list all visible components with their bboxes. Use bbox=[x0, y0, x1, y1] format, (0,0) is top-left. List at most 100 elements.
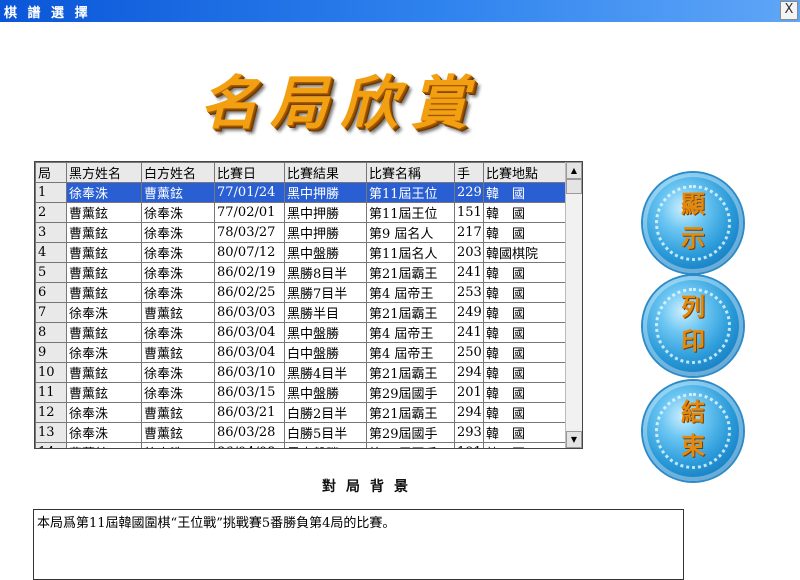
col-header-result[interactable]: 比賽結果 bbox=[284, 162, 367, 183]
cell-black-name[interactable]: 曹薰鉉 bbox=[66, 202, 142, 223]
cell-tournament[interactable]: 第29屆國手 bbox=[366, 442, 455, 448]
table-row[interactable]: 4 曹薰鉉 徐奉洙 80/07/12 黑中盤勝 第11屆名人 203 韓國棋院 bbox=[35, 242, 567, 263]
cell-game-no[interactable]: 3 bbox=[35, 222, 67, 243]
cell-game-no[interactable]: 6 bbox=[35, 282, 67, 303]
cell-black-name[interactable]: 徐奉洙 bbox=[66, 402, 142, 423]
cell-location[interactable]: 韓 國 bbox=[483, 382, 567, 403]
cell-black-name[interactable]: 曹薰鉉 bbox=[66, 262, 142, 283]
cell-black-name[interactable]: 徐奉洙 bbox=[66, 302, 142, 323]
cell-moves[interactable]: 250 bbox=[454, 342, 484, 363]
cell-game-no[interactable]: 11 bbox=[35, 382, 67, 403]
table-row[interactable]: 5 曹薰鉉 徐奉洙 86/02/19 黑勝8目半 第21屆霸王 241 韓 國 bbox=[35, 262, 567, 283]
cell-white-name[interactable]: 徐奉洙 bbox=[141, 262, 215, 283]
cell-tournament[interactable]: 第4 屆帝王 bbox=[366, 342, 455, 363]
cell-moves[interactable]: 294 bbox=[454, 402, 484, 423]
cell-date[interactable]: 86/02/25 bbox=[214, 282, 285, 303]
table-row[interactable]: 3 曹薰鉉 徐奉洙 78/03/27 黑中押勝 第9 屆名人 217 韓 國 bbox=[35, 222, 567, 243]
cell-result[interactable]: 黑中盤勝 bbox=[284, 242, 367, 263]
cell-result[interactable]: 黑中押勝 bbox=[284, 222, 367, 243]
cell-date[interactable]: 86/03/28 bbox=[214, 422, 285, 443]
table-row[interactable]: 8 曹薰鉉 徐奉洙 86/03/04 黑中盤勝 第4 屆帝王 241 韓 國 bbox=[35, 322, 567, 343]
cell-location[interactable]: 韓國棋院 bbox=[483, 242, 567, 263]
col-header-moves[interactable]: 手 bbox=[454, 162, 484, 183]
table-row[interactable]: 12 徐奉洙 曹薰鉉 86/03/21 白勝2目半 第21屆霸王 294 韓 國 bbox=[35, 402, 567, 423]
cell-location[interactable]: 韓 國 bbox=[483, 442, 567, 448]
cell-black-name[interactable]: 曹薰鉉 bbox=[66, 442, 142, 448]
cell-game-no[interactable]: 14 bbox=[35, 442, 67, 448]
cell-game-no[interactable]: 10 bbox=[35, 362, 67, 383]
cell-location[interactable]: 韓 國 bbox=[483, 342, 567, 363]
cell-date[interactable]: 86/02/19 bbox=[214, 262, 285, 283]
cell-white-name[interactable]: 曹薰鉉 bbox=[141, 182, 215, 203]
cell-white-name[interactable]: 曹薰鉉 bbox=[141, 422, 215, 443]
cell-game-no[interactable]: 12 bbox=[35, 402, 67, 423]
cell-game-no[interactable]: 4 bbox=[35, 242, 67, 263]
table-row[interactable]: 1 徐奉洙 曹薰鉉 77/01/24 黑中押勝 第11屆王位 229 韓 國 bbox=[35, 182, 567, 203]
cell-tournament[interactable]: 第4 屆帝王 bbox=[366, 282, 455, 303]
cell-tournament[interactable]: 第4 屆帝王 bbox=[366, 322, 455, 343]
cell-moves[interactable]: 241 bbox=[454, 262, 484, 283]
cell-location[interactable]: 韓 國 bbox=[483, 222, 567, 243]
cell-date[interactable]: 77/01/24 bbox=[214, 182, 285, 203]
cell-white-name[interactable]: 徐奉洙 bbox=[141, 222, 215, 243]
cell-result[interactable]: 白勝2目半 bbox=[284, 402, 367, 423]
cell-moves[interactable]: 229 bbox=[454, 182, 484, 203]
cell-location[interactable]: 韓 國 bbox=[483, 402, 567, 423]
cell-white-name[interactable]: 徐奉洙 bbox=[141, 202, 215, 223]
cell-white-name[interactable]: 徐奉洙 bbox=[141, 362, 215, 383]
table-row[interactable]: 9 徐奉洙 曹薰鉉 86/03/04 白中盤勝 第4 屆帝王 250 韓 國 bbox=[35, 342, 567, 363]
scroll-thumb[interactable] bbox=[566, 179, 582, 194]
cell-tournament[interactable]: 第29屆國手 bbox=[366, 422, 455, 443]
cell-game-no[interactable]: 13 bbox=[35, 422, 67, 443]
cell-tournament[interactable]: 第11屆王位 bbox=[366, 182, 455, 203]
cell-location[interactable]: 韓 國 bbox=[483, 282, 567, 303]
cell-black-name[interactable]: 徐奉洙 bbox=[66, 342, 142, 363]
cell-location[interactable]: 韓 國 bbox=[483, 262, 567, 283]
col-header-white-name[interactable]: 白方姓名 bbox=[141, 162, 215, 183]
cell-result[interactable]: 黑勝8目半 bbox=[284, 262, 367, 283]
cell-game-no[interactable]: 1 bbox=[35, 182, 67, 203]
cell-date[interactable]: 86/03/04 bbox=[214, 322, 285, 343]
cell-tournament[interactable]: 第21屆霸王 bbox=[366, 262, 455, 283]
cell-moves[interactable]: 217 bbox=[454, 222, 484, 243]
cell-black-name[interactable]: 徐奉洙 bbox=[66, 422, 142, 443]
cell-game-no[interactable]: 7 bbox=[35, 302, 67, 323]
cell-game-no[interactable]: 5 bbox=[35, 262, 67, 283]
cell-tournament[interactable]: 第11屆王位 bbox=[366, 202, 455, 223]
scroll-down-button[interactable]: ▼ bbox=[566, 431, 582, 448]
cell-black-name[interactable]: 曹薰鉉 bbox=[66, 382, 142, 403]
cell-black-name[interactable]: 曹薰鉉 bbox=[66, 282, 142, 303]
cell-moves[interactable]: 201 bbox=[454, 382, 484, 403]
table-row[interactable]: 11 曹薰鉉 徐奉洙 86/03/15 黑中盤勝 第29屆國手 201 韓 國 bbox=[35, 382, 567, 403]
cell-date[interactable]: 86/03/10 bbox=[214, 362, 285, 383]
table-row[interactable]: 2 曹薰鉉 徐奉洙 77/02/01 黑中押勝 第11屆王位 151 韓 國 bbox=[35, 202, 567, 223]
cell-black-name[interactable]: 曹薰鉉 bbox=[66, 242, 142, 263]
table-row[interactable]: 7 徐奉洙 曹薰鉉 86/03/03 黑勝半目 第21屆霸王 249 韓 國 bbox=[35, 302, 567, 323]
game-description-box[interactable]: 本局爲第11屆韓國圍棋“王位戰”挑戰賽5番勝負第4局的比賽。 bbox=[33, 509, 684, 580]
cell-game-no[interactable]: 2 bbox=[35, 202, 67, 223]
vertical-scrollbar[interactable]: ▲ ▼ bbox=[565, 162, 582, 448]
cell-result[interactable]: 黑中盤勝 bbox=[284, 322, 367, 343]
cell-moves[interactable]: 293 bbox=[454, 422, 484, 443]
cell-result[interactable]: 黑勝4目半 bbox=[284, 362, 367, 383]
cell-location[interactable]: 韓 國 bbox=[483, 202, 567, 223]
cell-date[interactable]: 77/02/01 bbox=[214, 202, 285, 223]
cell-result[interactable]: 黑中押勝 bbox=[284, 202, 367, 223]
cell-white-name[interactable]: 曹薰鉉 bbox=[141, 342, 215, 363]
game-list-grid[interactable]: 局 黑方姓名 白方姓名 比賽日 比賽結果 比賽名稱 手 比賽地點 1 徐奉洙 曹薰鉉… bbox=[34, 161, 583, 449]
cell-moves[interactable]: 203 bbox=[454, 242, 484, 263]
cell-date[interactable]: 86/03/21 bbox=[214, 402, 285, 423]
col-header-black-name[interactable]: 黑方姓名 bbox=[66, 162, 142, 183]
cell-white-name[interactable]: 徐奉洙 bbox=[141, 442, 215, 448]
cell-moves[interactable]: 241 bbox=[454, 322, 484, 343]
cell-result[interactable]: 黑中押勝 bbox=[284, 182, 367, 203]
cell-location[interactable]: 韓 國 bbox=[483, 362, 567, 383]
col-header-game-no[interactable]: 局 bbox=[35, 162, 67, 183]
cell-date[interactable]: 80/07/12 bbox=[214, 242, 285, 263]
cell-date[interactable]: 78/03/27 bbox=[214, 222, 285, 243]
cell-tournament[interactable]: 第9 屆名人 bbox=[366, 222, 455, 243]
cell-white-name[interactable]: 徐奉洙 bbox=[141, 282, 215, 303]
close-button[interactable]: X bbox=[780, 1, 798, 20]
cell-tournament[interactable]: 第21屆霸王 bbox=[366, 302, 455, 323]
cell-black-name[interactable]: 曹薰鉉 bbox=[66, 322, 142, 343]
